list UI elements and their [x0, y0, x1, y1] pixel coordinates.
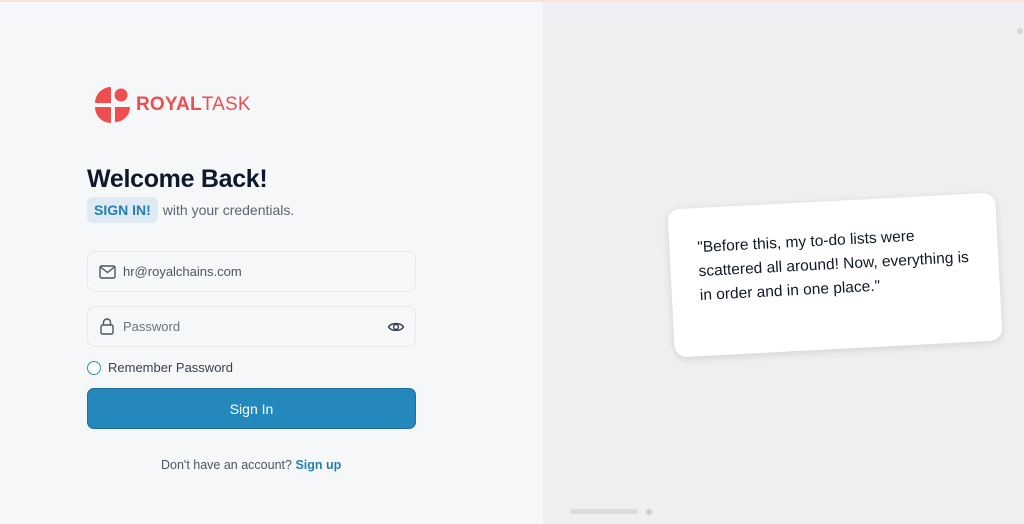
password-field[interactable]	[87, 306, 416, 347]
email-input[interactable]	[123, 264, 373, 279]
carousel-indicator-active[interactable]	[570, 509, 638, 514]
remember-password[interactable]: Remember Password	[87, 360, 233, 375]
eye-icon[interactable]	[387, 318, 405, 336]
signup-prompt: Don't have an account?	[161, 458, 292, 472]
scroll-dot	[1017, 28, 1023, 34]
sign-up-link[interactable]: Sign up	[295, 458, 341, 472]
brand-name-light: TASK	[201, 93, 251, 115]
subtitle: SIGN IN! with your credentials.	[87, 197, 294, 223]
royaltask-logo-icon	[95, 87, 130, 123]
mail-icon	[98, 263, 116, 281]
brand-name: ROYALTASK	[136, 95, 251, 114]
testimonial-quote: "Before this, my to-do lists were scatte…	[696, 227, 970, 305]
sign-in-button[interactable]: Sign In	[87, 388, 416, 429]
page-title: Welcome Back!	[87, 165, 268, 193]
email-field[interactable]	[87, 251, 416, 292]
remember-label: Remember Password	[108, 360, 233, 375]
remember-radio[interactable]	[87, 360, 101, 375]
brand-name-bold: ROYAL	[136, 93, 202, 115]
brand-logo: ROYALTASK	[93, 85, 251, 123]
testimonial-card: "Before this, my to-do lists were scatte…	[667, 192, 1003, 358]
password-input[interactable]	[123, 319, 373, 334]
carousel-indicator[interactable]	[646, 509, 652, 515]
lock-icon	[98, 318, 116, 336]
sign-in-chip: SIGN IN!	[87, 197, 158, 223]
subtitle-text: with your credentials.	[162, 202, 295, 218]
